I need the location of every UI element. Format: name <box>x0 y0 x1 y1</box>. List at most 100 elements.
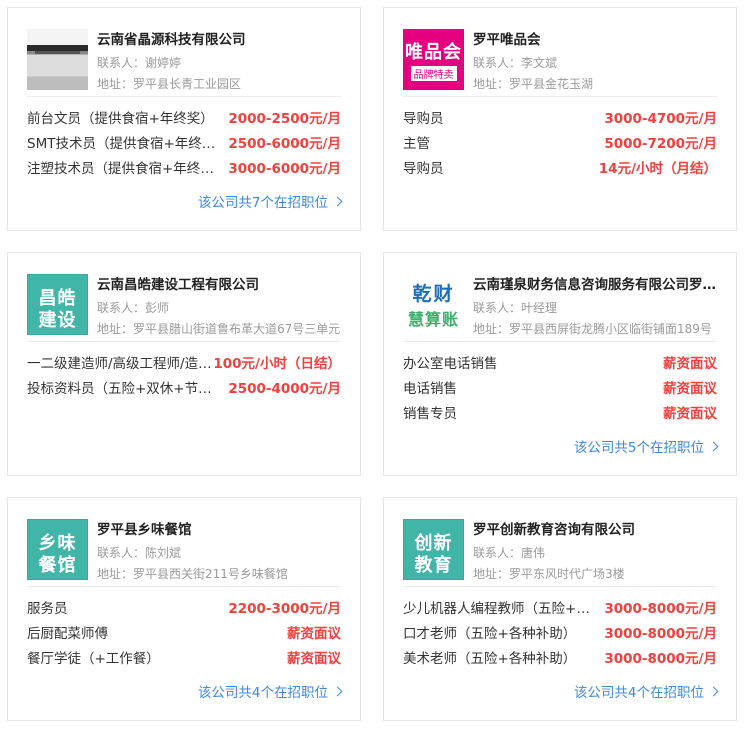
divider <box>27 586 341 587</box>
company-contact: 联系人：叶经理 <box>473 301 558 315</box>
job-row[interactable]: 导购员 14元/小时（月结） <box>403 157 717 182</box>
logo-text-bottom: 建设 <box>38 309 77 331</box>
company-card[interactable]: 乡味 餐馆 罗平县乡味餐馆 联系人：陈刘斌 地址：罗平县西关街211号乡味餐馆 … <box>7 497 361 721</box>
job-row[interactable]: 投标资料员（五险+双休+节假日） 2500-4000元/月 <box>27 377 341 402</box>
divider <box>403 586 717 587</box>
company-logo-finance[interactable]: 乾财 慧算账 <box>403 274 464 335</box>
company-logo-photo[interactable] <box>27 29 88 90</box>
job-salary: 薪资面议 <box>663 406 717 422</box>
company-address: 地址：罗平东风时代广场3楼 <box>473 567 625 581</box>
job-row[interactable]: 餐厅学徒（+工作餐） 薪资面议 <box>27 647 341 672</box>
more-jobs-link[interactable]: 该公司共4个在招职位 <box>198 681 343 701</box>
job-title[interactable]: 注塑技术员（提供食宿+年终奖） <box>27 157 217 177</box>
logo-sign-bar <box>35 51 80 54</box>
job-title[interactable]: 少儿机器人编程教师（五险+双休） <box>403 597 593 617</box>
more-jobs-link[interactable]: 该公司共7个在招职位 <box>198 191 343 211</box>
job-salary: 14元/小时（月结） <box>598 161 717 177</box>
job-title[interactable]: 美术老师（五险+各种补助） <box>403 647 593 667</box>
job-title[interactable]: 投标资料员（五险+双休+节假日） <box>27 377 217 397</box>
divider <box>27 96 341 97</box>
job-list: 导购员 3000-4700元/月 主管 5000-7200元/月 导购员 14元… <box>403 107 717 182</box>
logo-text-top: 乡味 <box>38 532 77 554</box>
job-list: 一二级建造师/高级工程师/造价师 100元/小时（日结） 投标资料员（五险+双休… <box>27 352 341 402</box>
job-row[interactable]: 一二级建造师/高级工程师/造价师 100元/小时（日结） <box>27 352 341 377</box>
job-title[interactable]: 后厨配菜师傅 <box>27 622 217 642</box>
company-name[interactable]: 罗平创新教育咨询有限公司 <box>473 518 723 538</box>
company-name[interactable]: 罗平县乡味餐馆 <box>97 518 347 538</box>
company-name[interactable]: 云南瑾泉财务信息咨询服务有限公司罗平分公司 <box>473 273 723 293</box>
company-logo-vip[interactable]: 唯品会 品牌特卖 <box>403 29 464 90</box>
logo-glyphs: 创新 教育 <box>404 532 463 577</box>
company-address: 地址：罗平县金花玉湖 <box>473 77 594 91</box>
job-title[interactable]: 办公室电话销售 <box>403 352 593 372</box>
job-salary: 100元/小时（日结） <box>213 356 341 372</box>
job-row[interactable]: 美术老师（五险+各种补助） 3000-8000元/月 <box>403 647 717 672</box>
job-salary: 3000-8000元/月 <box>604 626 717 642</box>
job-title[interactable]: 口才老师（五险+各种补助） <box>403 622 593 642</box>
job-salary: 3000-4700元/月 <box>604 111 717 127</box>
more-jobs-label[interactable]: 该公司共5个在招职位 <box>574 436 704 456</box>
more-jobs-link[interactable]: 该公司共5个在招职位 <box>574 436 719 456</box>
company-card[interactable]: 乾财 慧算账 云南瑾泉财务信息咨询服务有限公司罗平分公司 联系人：叶经理 地址：… <box>383 252 737 476</box>
job-row[interactable]: 导购员 3000-4700元/月 <box>403 107 717 132</box>
job-title[interactable]: 导购员 <box>403 157 593 177</box>
job-row[interactable]: SMT技术员（提供食宿+年终奖） 2500-6000元/月 <box>27 132 341 157</box>
job-salary: 3000-6000元/月 <box>228 161 341 177</box>
job-row[interactable]: 服务员 2200-3000元/月 <box>27 597 341 622</box>
job-row[interactable]: 前台文员（提供食宿+年终奖） 2000-2500元/月 <box>27 107 341 132</box>
company-logo-teal[interactable]: 创新 教育 <box>403 519 464 580</box>
job-list: 前台文员（提供食宿+年终奖） 2000-2500元/月 SMT技术员（提供食宿+… <box>27 107 341 182</box>
company-card[interactable]: 云南省晶源科技有限公司 联系人：谢婷婷 地址：罗平县长青工业园区 前台文员（提供… <box>7 7 361 231</box>
job-title[interactable]: 导购员 <box>403 107 593 127</box>
company-logo-teal[interactable]: 昌皓 建设 <box>27 274 88 335</box>
job-title[interactable]: 一二级建造师/高级工程师/造价师 <box>27 352 217 372</box>
job-salary: 3000-8000元/月 <box>604 601 717 617</box>
company-card[interactable]: 唯品会 品牌特卖 罗平唯品会 联系人：李文斌 地址：罗平县金花玉湖 导购员 30… <box>383 7 737 231</box>
job-row[interactable]: 后厨配菜师傅 薪资面议 <box>27 622 341 647</box>
company-contact: 联系人：谢婷婷 <box>97 56 182 70</box>
company-address: 地址：罗平县长青工业园区 <box>97 77 242 91</box>
more-jobs-label[interactable]: 该公司共4个在招职位 <box>198 681 328 701</box>
logo-text-top: 创新 <box>414 532 453 554</box>
job-row[interactable]: 电话销售 薪资面议 <box>403 377 717 402</box>
company-contact: 联系人：陈刘斌 <box>97 546 182 560</box>
job-salary: 2000-2500元/月 <box>228 111 341 127</box>
more-jobs-label[interactable]: 该公司共4个在招职位 <box>574 681 704 701</box>
job-salary: 薪资面议 <box>287 626 341 642</box>
logo-glyphs: 昌皓 建设 <box>28 287 87 332</box>
divider <box>403 341 717 342</box>
job-title[interactable]: 服务员 <box>27 597 217 617</box>
divider <box>27 341 341 342</box>
job-salary: 2500-4000元/月 <box>228 381 341 397</box>
chevron-right-icon <box>708 441 719 451</box>
job-row[interactable]: 办公室电话销售 薪资面议 <box>403 352 717 377</box>
job-row[interactable]: 销售专员 薪资面议 <box>403 402 717 427</box>
company-card[interactable]: 昌皓 建设 云南昌皓建设工程有限公司 联系人：彭师 地址：罗平县腊山街道鲁布革大… <box>7 252 361 476</box>
more-jobs-link[interactable]: 该公司共4个在招职位 <box>574 681 719 701</box>
job-salary: 薪资面议 <box>287 651 341 667</box>
job-title[interactable]: 餐厅学徒（+工作餐） <box>27 647 217 667</box>
job-title[interactable]: 主管 <box>403 132 593 152</box>
job-salary: 2500-6000元/月 <box>228 136 341 152</box>
job-title[interactable]: 前台文员（提供食宿+年终奖） <box>27 107 217 127</box>
job-list: 服务员 2200-3000元/月 后厨配菜师傅 薪资面议 餐厅学徒（+工作餐） … <box>27 597 341 672</box>
company-logo-teal[interactable]: 乡味 餐馆 <box>27 519 88 580</box>
company-address: 地址：罗平县西屏街龙腾小区临街铺面189号 <box>473 322 712 336</box>
job-row[interactable]: 少儿机器人编程教师（五险+双休） 3000-8000元/月 <box>403 597 717 622</box>
job-title[interactable]: SMT技术员（提供食宿+年终奖） <box>27 132 217 152</box>
company-contact: 联系人：唐伟 <box>473 546 546 560</box>
logo-text-top: 昌皓 <box>38 287 77 309</box>
job-salary: 5000-7200元/月 <box>604 136 717 152</box>
company-name[interactable]: 云南昌皓建设工程有限公司 <box>97 273 347 293</box>
job-row[interactable]: 口才老师（五险+各种补助） 3000-8000元/月 <box>403 622 717 647</box>
job-title[interactable]: 电话销售 <box>403 377 593 397</box>
company-name[interactable]: 罗平唯品会 <box>473 28 723 48</box>
more-jobs-label[interactable]: 该公司共7个在招职位 <box>198 191 328 211</box>
job-title[interactable]: 销售专员 <box>403 402 593 422</box>
job-row[interactable]: 主管 5000-7200元/月 <box>403 132 717 157</box>
logo-text-bottom: 教育 <box>414 554 453 576</box>
company-name[interactable]: 云南省晶源科技有限公司 <box>97 28 347 48</box>
job-row[interactable]: 注塑技术员（提供食宿+年终奖） 3000-6000元/月 <box>27 157 341 182</box>
job-list: 办公室电话销售 薪资面议 电话销售 薪资面议 销售专员 薪资面议 <box>403 352 717 427</box>
company-card[interactable]: 创新 教育 罗平创新教育咨询有限公司 联系人：唐伟 地址：罗平东风时代广场3楼 … <box>383 497 737 721</box>
